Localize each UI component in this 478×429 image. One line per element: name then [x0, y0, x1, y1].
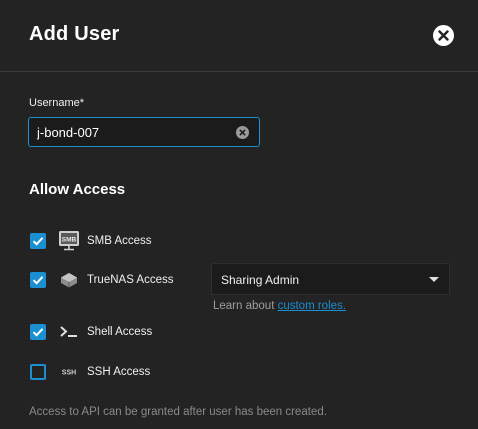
- shell-access-label: Shell Access: [87, 326, 153, 338]
- close-icon[interactable]: [433, 25, 454, 46]
- clear-input-icon[interactable]: [236, 126, 249, 139]
- api-access-note: Access to API can be granted after user …: [29, 406, 327, 418]
- smb-access-label: SMB Access: [87, 235, 152, 247]
- username-field: [28, 117, 260, 147]
- access-item-shell: Shell Access: [0, 320, 478, 344]
- truenas-icon: [58, 268, 80, 292]
- custom-roles-link[interactable]: custom roles.: [278, 300, 346, 312]
- ssh-icon: SSH: [58, 360, 80, 384]
- role-select-value: Sharing Admin: [221, 273, 300, 287]
- truenas-access-checkbox[interactable]: [30, 272, 46, 288]
- dialog-title: Add User: [29, 23, 120, 45]
- role-hint: Learn about custom roles.: [213, 300, 346, 312]
- truenas-access-label: TrueNAS Access: [87, 274, 174, 286]
- shell-icon: [58, 320, 80, 344]
- username-label: Username*: [29, 97, 85, 109]
- role-select[interactable]: Sharing Admin: [211, 263, 450, 295]
- smb-icon: SMB: [58, 229, 80, 253]
- username-input[interactable]: [37, 124, 227, 141]
- access-item-smb: SMB SMB Access: [0, 229, 478, 253]
- ssh-access-checkbox[interactable]: [30, 364, 46, 380]
- smb-access-checkbox[interactable]: [30, 233, 46, 249]
- required-mark: *: [79, 97, 85, 109]
- ssh-access-label: SSH Access: [87, 366, 151, 378]
- access-item-ssh: SSH SSH Access: [0, 360, 478, 384]
- ssh-icon-text: SSH: [62, 370, 76, 377]
- dialog-header: Add User: [0, 0, 478, 72]
- allow-access-title: Allow Access: [29, 181, 126, 198]
- smb-icon-text: SMB: [62, 237, 77, 244]
- chevron-down-icon: [429, 277, 439, 282]
- shell-access-checkbox[interactable]: [30, 324, 46, 340]
